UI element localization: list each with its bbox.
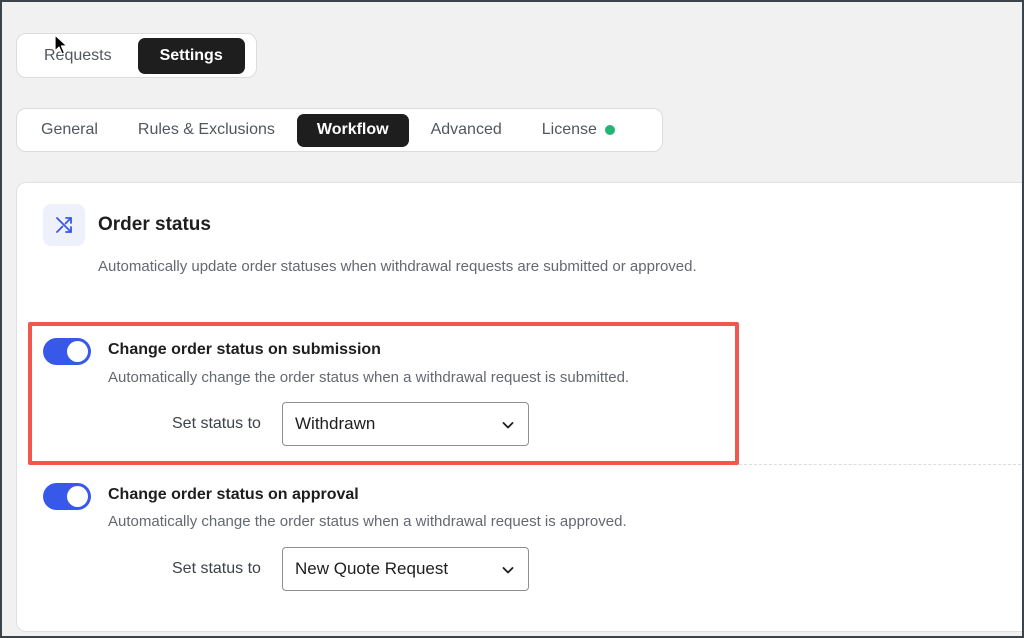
submission-status-value: Withdrawn	[295, 414, 376, 433]
approval-status-select[interactable]: New Quote Request	[282, 547, 529, 591]
toggle-knob	[67, 341, 88, 362]
tab-advanced[interactable]: Advanced	[413, 114, 520, 147]
section-title: Order status	[98, 214, 211, 235]
view-switcher: Requests Settings	[16, 33, 257, 78]
tab-general[interactable]: General	[23, 114, 116, 147]
approval-option-description: Automatically change the order status wh…	[108, 513, 627, 530]
approval-set-status-label: Set status to	[172, 560, 261, 577]
submission-option-title: Change order status on submission	[108, 341, 381, 358]
chevron-down-icon	[502, 422, 514, 429]
license-status-dot	[604, 125, 615, 135]
tab-workflow[interactable]: Workflow	[296, 113, 409, 147]
submission-option-description: Automatically change the order status wh…	[108, 369, 630, 386]
approval-status-value: New Quote Request	[295, 559, 449, 578]
approval-option-title: Change order status on approval	[108, 486, 359, 503]
shuffle-icon	[43, 204, 85, 246]
section-description: Automatically update order statuses when…	[98, 258, 697, 275]
divider	[739, 464, 1024, 465]
tab-settings[interactable]: Settings	[137, 37, 245, 74]
chevron-down-icon	[502, 567, 514, 574]
submission-toggle[interactable]	[43, 338, 91, 365]
tab-requests[interactable]: Requests	[22, 38, 134, 74]
tab-license[interactable]: License	[524, 114, 633, 147]
approval-toggle[interactable]	[43, 483, 91, 510]
toggle-knob	[67, 486, 88, 507]
settings-tabs: General Rules & Exclusions Workflow Adva…	[16, 108, 663, 152]
mouse-cursor-icon	[54, 34, 68, 55]
tab-license-label: License	[541, 121, 597, 138]
submission-status-select[interactable]: Withdrawn	[282, 402, 529, 446]
tab-rules-exclusions[interactable]: Rules & Exclusions	[120, 114, 293, 147]
submission-set-status-label: Set status to	[172, 415, 261, 432]
